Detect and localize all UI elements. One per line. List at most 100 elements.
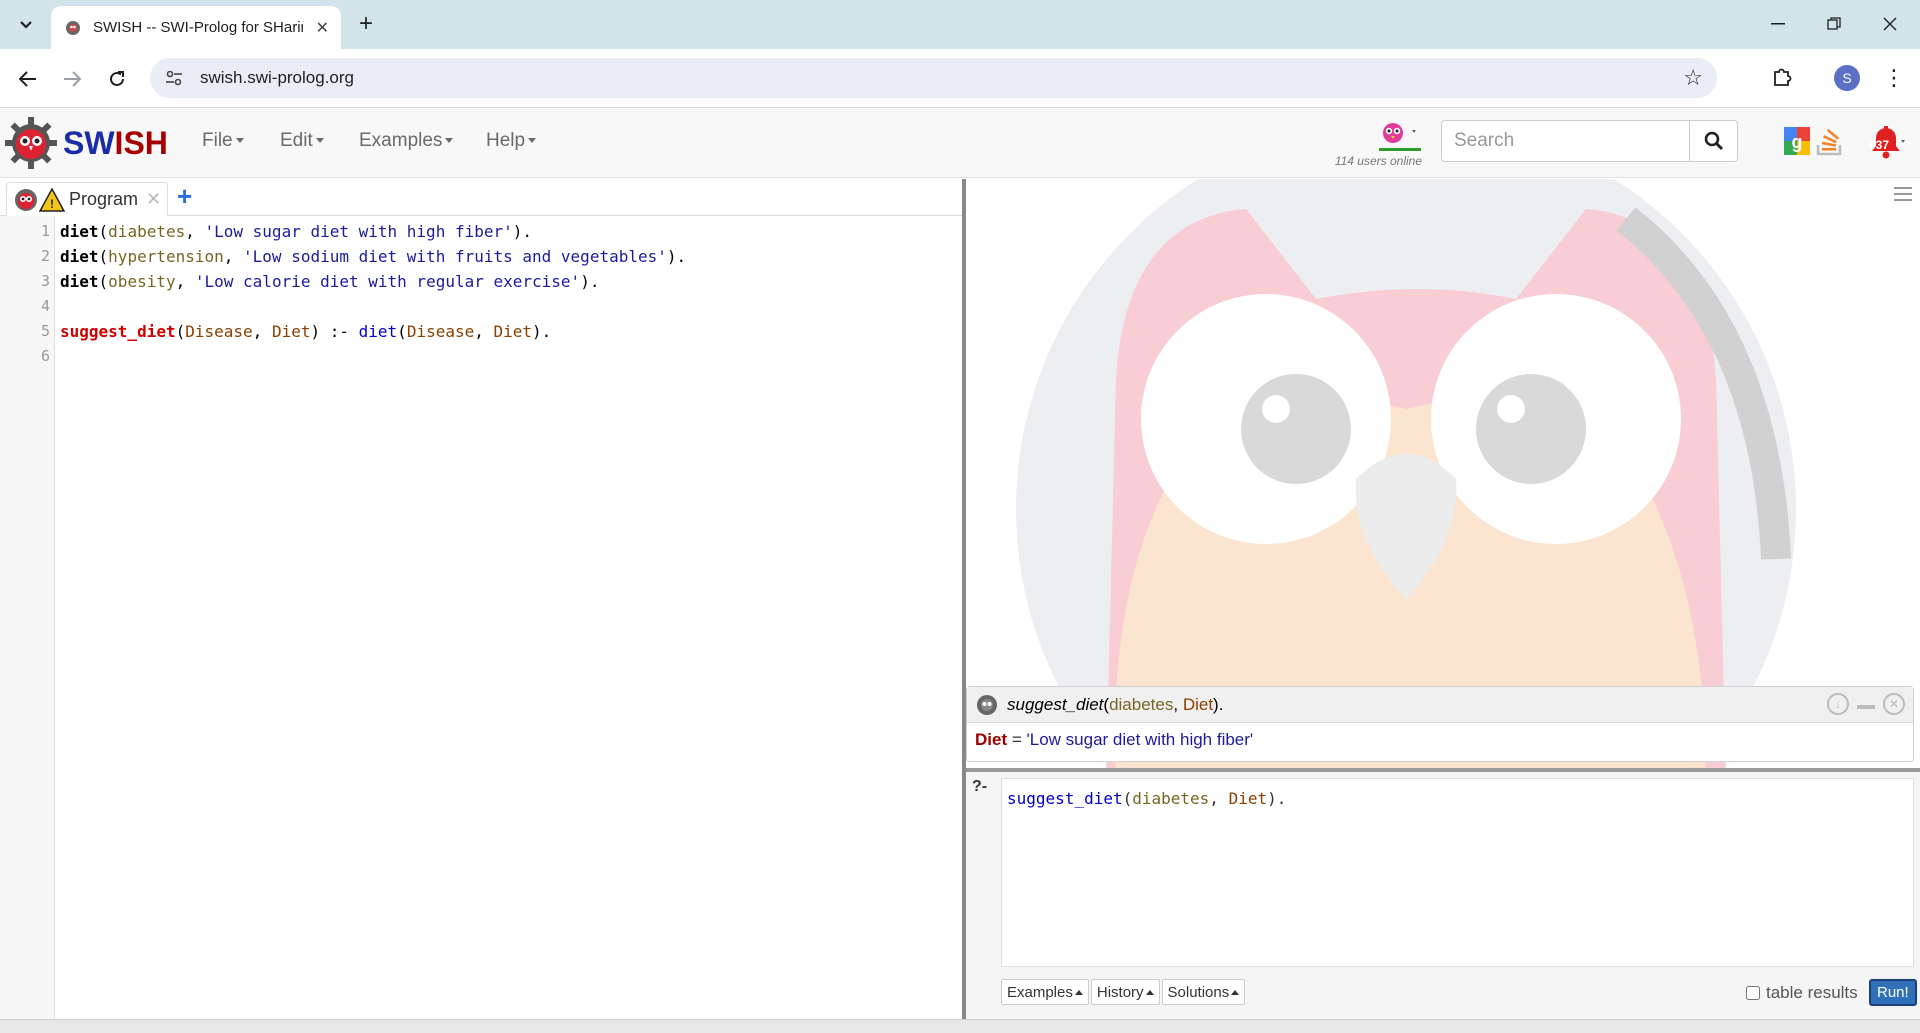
minimize-icon[interactable] (1857, 705, 1875, 709)
notification-count: 037 (1869, 138, 1890, 152)
table-results-checkbox[interactable] (1746, 986, 1760, 1000)
answer-result-var: Diet (975, 730, 1008, 749)
user-avatar[interactable] (1380, 120, 1420, 146)
menu-examples[interactable]: Examples (359, 130, 454, 152)
menu-edit-label: Edit (280, 130, 313, 151)
caret-up-icon (1231, 989, 1240, 995)
restore-icon[interactable] (1814, 8, 1854, 40)
tab-search-icon[interactable] (8, 9, 44, 41)
brand-part-1: SW (63, 124, 115, 161)
code-atom: obesity (108, 272, 176, 291)
answer-result-eq: = (1007, 730, 1027, 749)
solutions-button-label: Solutions (1167, 983, 1230, 1001)
code-string: 'Low sodium diet with fruits and vegetab… (243, 247, 667, 266)
code-predicate: diet (60, 272, 99, 291)
menu-help[interactable]: Help (486, 130, 537, 152)
run-button[interactable]: Run! (1869, 979, 1917, 1006)
swish-logo[interactable]: SWISH (5, 117, 168, 169)
code-punct: ). (580, 272, 600, 291)
line-number: 4 (40, 297, 50, 315)
code-variable: Diet (271, 322, 311, 341)
swish-owl-logo-icon (5, 117, 57, 169)
close-icon[interactable]: ✕ (146, 189, 161, 210)
code-punct: ( (98, 272, 109, 291)
users-online-count: 114 users online (1334, 154, 1422, 168)
line-number: 5 (40, 322, 50, 340)
history-button[interactable]: History (1090, 979, 1160, 1005)
back-arrow-icon[interactable] (12, 63, 44, 95)
answer-query-pred: suggest_diet (1007, 694, 1104, 714)
code-variable: Disease (406, 322, 475, 341)
menu-help-label: Help (486, 130, 526, 151)
browser-toolbar: swish.swi-prolog.org ☆ S ⋮ (0, 49, 1920, 108)
search-button[interactable] (1689, 120, 1738, 162)
code-line[interactable]: suggest_diet(Disease, Diet) :- diet(Dise… (60, 322, 551, 341)
code-string: 'Low calorie diet with regular exercise' (194, 272, 581, 291)
answer-header: suggest_diet(diabetes, Diet). ↓ ✕ (967, 687, 1913, 723)
svg-text:!: ! (50, 197, 54, 211)
swish-brand: SWISH (63, 125, 168, 162)
code-variable: Disease (185, 322, 253, 341)
google-login-icon[interactable]: g (1784, 127, 1810, 155)
star-icon[interactable]: ☆ (1683, 65, 1703, 91)
menu-edit[interactable]: Edit (280, 130, 324, 152)
code-line[interactable]: diet(diabetes, 'Low sugar diet with high… (60, 222, 532, 241)
code-punct: , (185, 222, 205, 241)
swish-favicon-icon (63, 18, 83, 38)
line-number: 2 (40, 247, 50, 265)
caret-down-icon (235, 138, 244, 144)
answer-result: Diet = 'Low sugar diet with high fiber' (967, 723, 1913, 757)
url-text: swish.swi-prolog.org (200, 68, 354, 87)
history-button-label: History (1096, 983, 1144, 1001)
site-info-icon[interactable] (164, 68, 184, 88)
download-icon[interactable]: ↓ (1827, 693, 1849, 715)
examples-button[interactable]: Examples (1001, 979, 1089, 1005)
close-window-icon[interactable] (1870, 8, 1910, 40)
code-line[interactable]: diet(hypertension, 'Low sodium diet with… (60, 247, 686, 266)
answer-controls: ↓ ✕ (1827, 693, 1905, 715)
minimize-icon[interactable] (1758, 8, 1798, 40)
search-input[interactable] (1441, 120, 1690, 162)
caret-down-icon (445, 138, 454, 144)
taskbar-strip (0, 1019, 1920, 1033)
program-editor-pane: ! Program ✕ + 1 2 3 4 5 6 diet(diabetes,… (0, 179, 962, 1019)
query-var: Diet (1228, 789, 1268, 808)
query-text: suggest_diet(diabetes, Diet). (1007, 789, 1287, 808)
code-punct: ( (98, 247, 109, 266)
plus-icon[interactable]: + (177, 181, 192, 212)
query-editor[interactable]: suggest_diet(diabetes, Diet). (1001, 778, 1914, 967)
extensions-icon[interactable] (1768, 63, 1796, 91)
hamburger-menu-icon[interactable] (1894, 187, 1912, 205)
query-buttons: Examples History Solutions (1001, 979, 1246, 1005)
close-icon[interactable]: ✕ (316, 18, 329, 38)
code-line[interactable]: diet(obesity, 'Low calorie diet with reg… (60, 272, 599, 291)
browser-tab-title: SWISH -- SWI-Prolog for SHaring (93, 19, 303, 36)
forward-arrow-icon[interactable] (56, 63, 88, 95)
browser-tab-swish[interactable]: SWISH -- SWI-Prolog for SHaring ✕ (51, 6, 341, 49)
address-bar[interactable]: swish.swi-prolog.org ☆ (150, 58, 1717, 98)
code-punct: ). (666, 247, 687, 266)
code-atom: diabetes (108, 222, 186, 241)
close-icon[interactable]: ✕ (1883, 693, 1905, 715)
svg-text:g: g (1792, 132, 1803, 152)
browser-tabstrip: SWISH -- SWI-Prolog for SHaring ✕ + (0, 0, 1920, 49)
plus-icon[interactable]: + (352, 10, 380, 38)
menu-file[interactable]: File (202, 130, 244, 152)
answer-query-atom: diabetes (1109, 694, 1174, 714)
menu-file-label: File (202, 130, 233, 151)
code-predicate: diet (60, 247, 99, 266)
answer-box: suggest_diet(diabetes, Diet). ↓ ✕ Diet =… (966, 686, 1914, 762)
caret-down-icon (315, 138, 324, 144)
solutions-button[interactable]: Solutions (1161, 979, 1246, 1005)
line-number-gutter: 1 2 3 4 5 6 (0, 216, 55, 1019)
table-results-toggle[interactable]: table results (1746, 983, 1858, 1003)
profile-avatar[interactable]: S (1834, 65, 1860, 91)
reload-icon[interactable] (101, 63, 133, 95)
brand-part-2: ISH (114, 124, 168, 161)
kebab-menu-icon[interactable]: ⋮ (1880, 63, 1908, 93)
code-string: 'Low sugar diet with high fiber' (204, 222, 513, 241)
code-atom: hypertension (108, 247, 224, 266)
warning-icon: ! (39, 187, 65, 212)
tab-program[interactable]: ! Program ✕ (6, 182, 169, 216)
stackoverflow-icon[interactable] (1815, 125, 1845, 157)
